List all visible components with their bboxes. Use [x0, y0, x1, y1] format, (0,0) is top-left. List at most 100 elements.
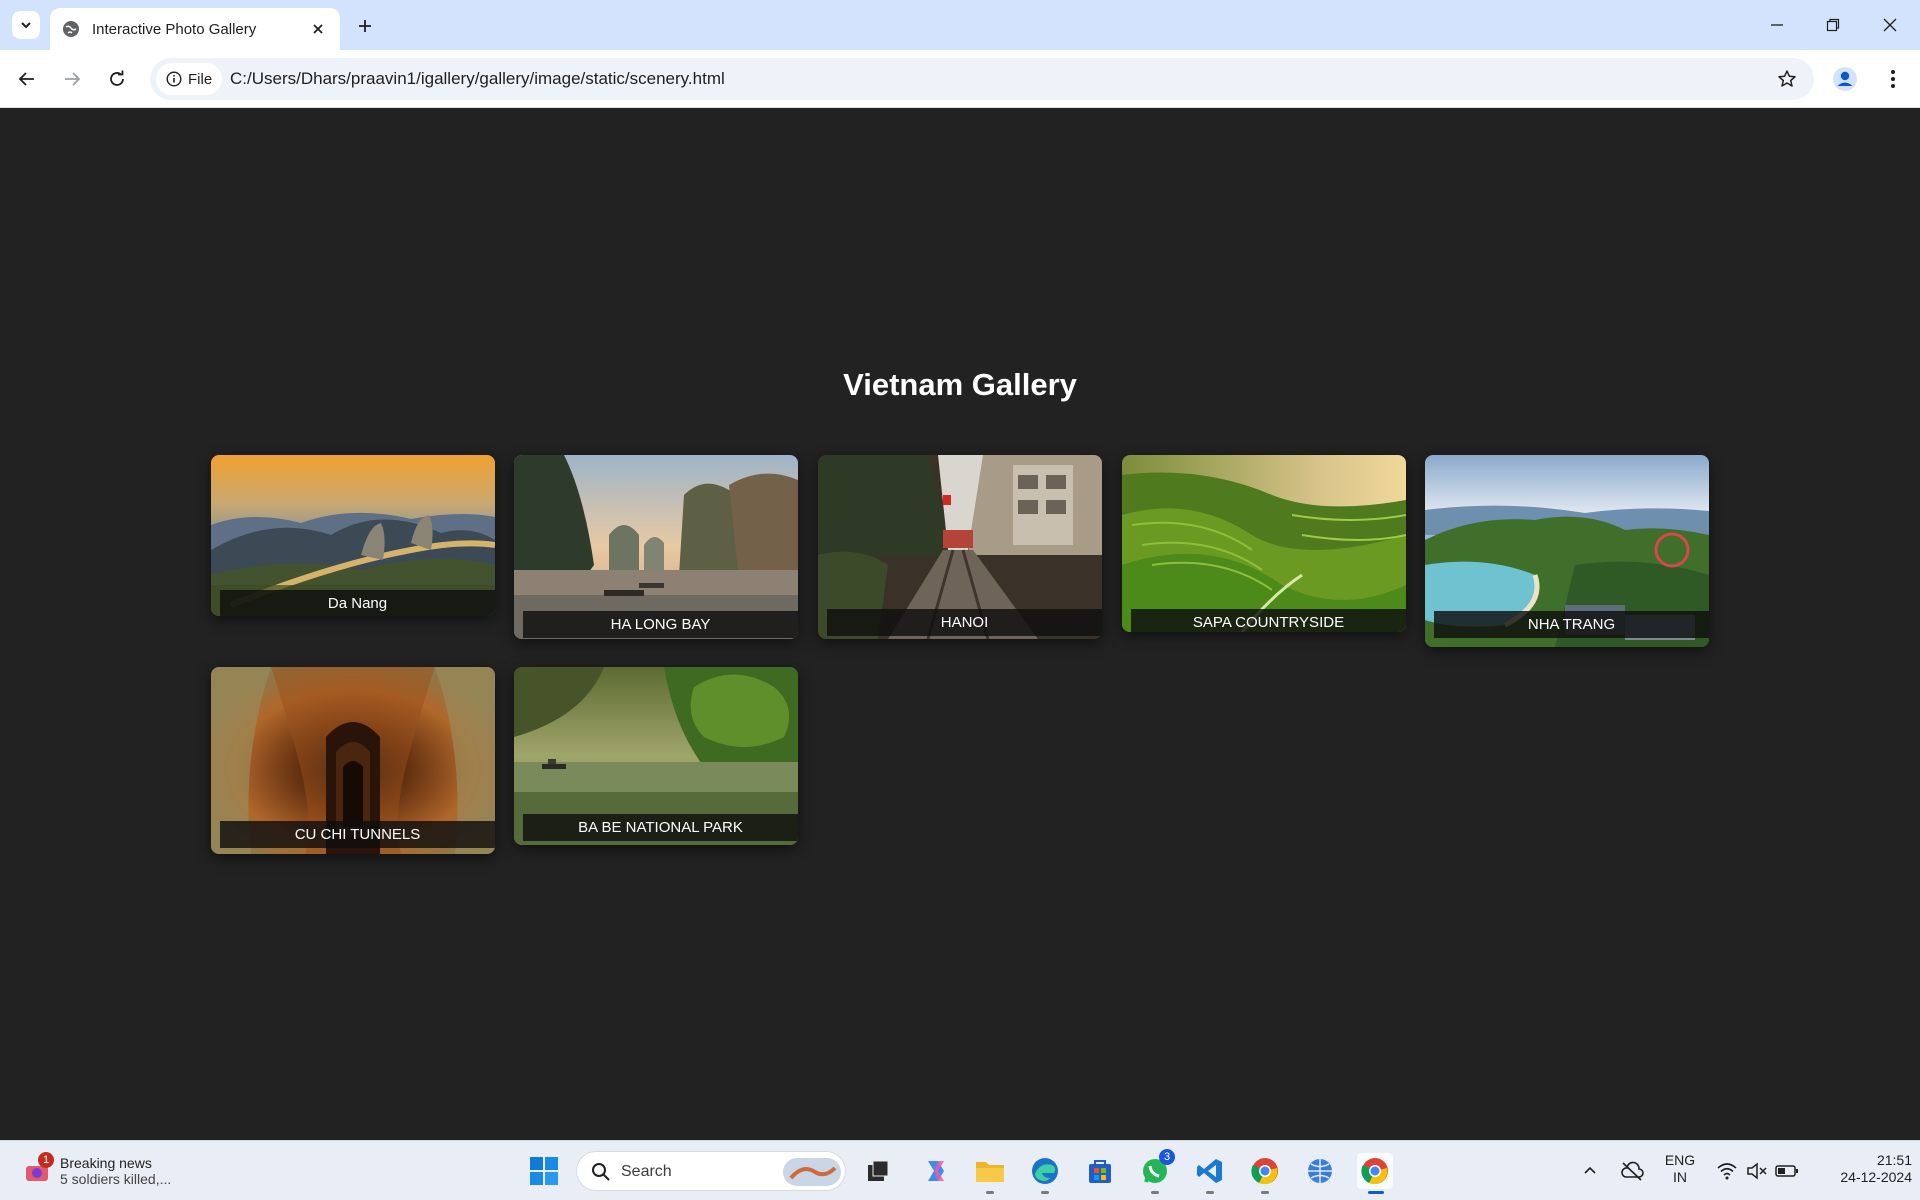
card-caption: SAPA COUNTRYSIDE — [1131, 609, 1406, 632]
chevron-up-icon — [1584, 1166, 1596, 1174]
avatar-icon — [1833, 67, 1857, 91]
clock[interactable]: 21:51 24-12-2024 — [1808, 1152, 1912, 1186]
close-tab-icon[interactable] — [308, 19, 328, 39]
profile-button[interactable] — [1830, 64, 1860, 94]
task-view-button[interactable] — [860, 1153, 896, 1189]
more-vertical-icon — [1891, 70, 1895, 88]
file-explorer-button[interactable] — [972, 1153, 1008, 1194]
chevron-down-icon — [21, 22, 31, 29]
running-indicator — [1041, 1191, 1049, 1194]
search-placeholder: Search — [621, 1163, 672, 1180]
wifi-button[interactable] — [1712, 1153, 1742, 1189]
folder-icon — [976, 1162, 1004, 1182]
volume-button[interactable] — [1742, 1153, 1772, 1189]
running-indicator — [986, 1191, 994, 1194]
whatsapp-badge: 3 — [1159, 1149, 1175, 1165]
language-code: ENG — [1664, 1152, 1696, 1168]
new-tab-button[interactable] — [352, 13, 378, 39]
active-tab[interactable]: Interactive Photo Gallery — [50, 8, 340, 50]
info-icon — [166, 71, 182, 87]
reload-icon — [110, 70, 124, 86]
address-bar[interactable]: File C:/Users/Dhars/praavin1/igallery/ga… — [150, 58, 1814, 100]
bookmark-button[interactable] — [1774, 66, 1800, 92]
store-icon — [1089, 1160, 1111, 1183]
sapa-countryside-image — [1122, 455, 1406, 632]
news-widget[interactable]: 1 Breaking news 5 soldiers killed,... — [22, 1149, 202, 1193]
card-caption: HA LONG BAY — [523, 611, 798, 638]
network-app-button[interactable] — [1302, 1153, 1338, 1189]
volume-muted-icon — [1747, 1162, 1767, 1180]
globe-icon — [63, 21, 79, 37]
reload-button[interactable] — [102, 64, 132, 94]
edge-button[interactable] — [1027, 1153, 1063, 1194]
plus-icon — [359, 20, 371, 32]
clock-date: 24-12-2024 — [1840, 1169, 1912, 1185]
search-highlight-icon — [783, 1158, 841, 1186]
restore-button[interactable] — [1818, 10, 1848, 40]
card-caption: Da Nang — [220, 590, 495, 616]
region-code: IN — [1673, 1169, 1687, 1185]
store-button[interactable] — [1082, 1153, 1118, 1189]
show-hidden-icons-button[interactable] — [1575, 1153, 1605, 1189]
active-indicator — [1368, 1191, 1384, 1194]
windows-taskbar: 1 Breaking news 5 soldiers killed,... Se… — [0, 1140, 1920, 1200]
tab-strip: Interactive Photo Gallery — [0, 0, 1920, 50]
copilot-icon — [928, 1161, 944, 1181]
running-indicator — [1206, 1191, 1214, 1194]
gallery-card-da-nang[interactable]: Da Nang — [211, 455, 495, 616]
chrome-active-button[interactable] — [1357, 1153, 1393, 1194]
news-badge: 1 — [38, 1152, 54, 1168]
site-info-chip[interactable]: File — [156, 63, 223, 95]
tab-search-button[interactable] — [12, 11, 40, 39]
arrow-left-icon — [18, 72, 34, 86]
gallery-card-nha-trang[interactable]: NHA TRANG — [1425, 455, 1709, 647]
url-text[interactable]: C:/Users/Dhars/praavin1/igallery/gallery… — [230, 69, 725, 89]
close-icon — [1883, 18, 1897, 32]
onedrive-button[interactable] — [1616, 1153, 1648, 1189]
task-view-icon — [868, 1160, 889, 1181]
tab-title: Interactive Photo Gallery — [92, 20, 257, 38]
clock-time: 21:51 — [1876, 1152, 1912, 1168]
chrome-icon — [1361, 1158, 1388, 1185]
card-caption: NHA TRANG — [1434, 611, 1709, 638]
page-content: Vietnam Gallery Da Nang HA LONG BAY HANO… — [0, 109, 1920, 1140]
running-indicator — [1261, 1191, 1269, 1194]
gallery-card-sapa-countryside[interactable]: SAPA COUNTRYSIDE — [1122, 455, 1406, 632]
vscode-button[interactable] — [1192, 1153, 1228, 1194]
chrome-button[interactable] — [1247, 1153, 1283, 1194]
minimize-icon — [1771, 24, 1783, 26]
star-icon — [1778, 70, 1796, 87]
running-indicator — [1151, 1191, 1159, 1194]
taskbar-search[interactable]: Search — [576, 1151, 846, 1191]
cloud-offline-icon — [1621, 1161, 1644, 1181]
gallery-card-hanoi[interactable]: HANOI — [818, 455, 1102, 639]
start-button[interactable] — [526, 1153, 562, 1189]
copilot-button[interactable] — [918, 1153, 954, 1189]
browser-menu-button[interactable] — [1878, 64, 1908, 94]
arrow-right-icon — [65, 72, 81, 86]
gallery-card-ba-be-national-park[interactable]: BA BE NATIONAL PARK — [514, 667, 798, 845]
forward-button[interactable] — [57, 64, 87, 94]
battery-icon — [1775, 1165, 1798, 1177]
site-chip-label: File — [188, 70, 213, 88]
edge-icon — [1032, 1158, 1058, 1184]
windows-logo-icon — [530, 1157, 558, 1185]
card-caption: HANOI — [827, 609, 1102, 636]
back-button[interactable] — [12, 64, 42, 94]
restore-icon — [1826, 18, 1840, 32]
vscode-icon — [1197, 1159, 1222, 1183]
gallery-card-ha-long-bay[interactable]: HA LONG BAY — [514, 455, 798, 639]
whatsapp-button[interactable]: 3 — [1137, 1149, 1175, 1194]
gallery-title: Vietnam Gallery — [843, 367, 1077, 402]
globe-network-icon — [1308, 1159, 1332, 1183]
card-caption: CU CHI TUNNELS — [220, 821, 495, 848]
news-icon: 1 — [22, 1152, 54, 1186]
battery-button[interactable] — [1772, 1153, 1802, 1189]
gallery-card-cu-chi-tunnels[interactable]: CU CHI TUNNELS — [211, 667, 495, 854]
wifi-icon — [1717, 1163, 1737, 1180]
minimize-button[interactable] — [1762, 10, 1792, 40]
close-window-button[interactable] — [1875, 10, 1905, 40]
language-indicator[interactable]: ENG IN — [1660, 1152, 1700, 1186]
card-caption: BA BE NATIONAL PARK — [523, 814, 798, 841]
search-icon — [592, 1163, 610, 1181]
